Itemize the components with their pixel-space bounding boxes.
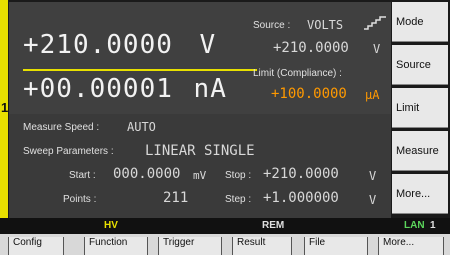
- menu-trigger[interactable]: Trigger: [158, 237, 222, 255]
- source-mode: VOLTS: [307, 18, 344, 32]
- source-value: +210.0000: [273, 40, 349, 56]
- menu-result[interactable]: Result: [232, 237, 292, 255]
- menu-function[interactable]: Function: [84, 237, 148, 255]
- menu-config[interactable]: Config: [8, 237, 64, 255]
- sweep-stop-value: +210.0000: [263, 166, 339, 182]
- function-menu-bar: Config Function Trigger Result File More…: [0, 234, 450, 255]
- channel-number: 1: [1, 100, 9, 115]
- hv-indicator: HV: [104, 220, 118, 231]
- sweep-step-unit: V: [369, 193, 377, 207]
- sweep-stop-label: Stop :: [225, 170, 252, 181]
- sweep-params-label: Sweep Parameters :: [23, 146, 114, 157]
- softkey-more[interactable]: More...: [392, 174, 448, 214]
- sweep-points-value: 211: [163, 190, 189, 206]
- sweep-step-value: +1.000000: [263, 190, 339, 206]
- remote-indicator: REM: [262, 220, 285, 231]
- menu-more[interactable]: More...: [378, 237, 444, 255]
- sweep-params-value: LINEAR SINGLE: [145, 143, 255, 159]
- sweep-start-value: 000.0000: [113, 166, 181, 182]
- limit-value: +100.0000: [271, 86, 347, 102]
- current-value: +00.00001: [23, 74, 173, 104]
- sweep-step-label: Step :: [225, 194, 252, 205]
- sweep-staircase-icon: [364, 16, 386, 30]
- current-unit: nA: [193, 74, 227, 104]
- measure-speed-label: Measure Speed :: [23, 122, 100, 133]
- sweep-start-label: Start :: [69, 170, 96, 181]
- softkey-measure[interactable]: Measure: [392, 131, 448, 171]
- softkey-mode[interactable]: Mode: [392, 2, 448, 42]
- settings-panel: Measure Speed : AUTO Sweep Parameters : …: [9, 114, 391, 218]
- menu-file[interactable]: File: [304, 237, 368, 255]
- current-readout: +00.00001 nA: [23, 74, 227, 104]
- source-unit: V: [373, 42, 381, 56]
- limit-label: Limit (Compliance) :: [253, 68, 342, 79]
- voltage-unit: V: [199, 30, 217, 60]
- voltage-value: +210.0000: [23, 30, 173, 60]
- softkey-source[interactable]: Source: [392, 45, 448, 85]
- sweep-points-label: Points :: [63, 194, 97, 205]
- status-bar: HV REM LAN 1: [0, 218, 450, 234]
- voltage-readout: +210.0000 V: [23, 30, 216, 60]
- lan-number: 1: [430, 220, 436, 231]
- source-label: Source :: [253, 20, 291, 31]
- sweep-stop-unit: V: [369, 169, 377, 183]
- softkey-column: Mode Source Limit Measure More...: [392, 2, 448, 217]
- sweep-start-unit: mV: [193, 169, 207, 182]
- limit-unit: µA: [365, 88, 380, 102]
- readout-divider: [23, 69, 257, 71]
- measure-speed-value: AUTO: [127, 120, 156, 134]
- measurement-panel: +210.0000 V +00.00001 nA Source : VOLTS …: [9, 2, 391, 114]
- softkey-limit[interactable]: Limit: [392, 88, 448, 128]
- lan-indicator: LAN: [404, 220, 425, 231]
